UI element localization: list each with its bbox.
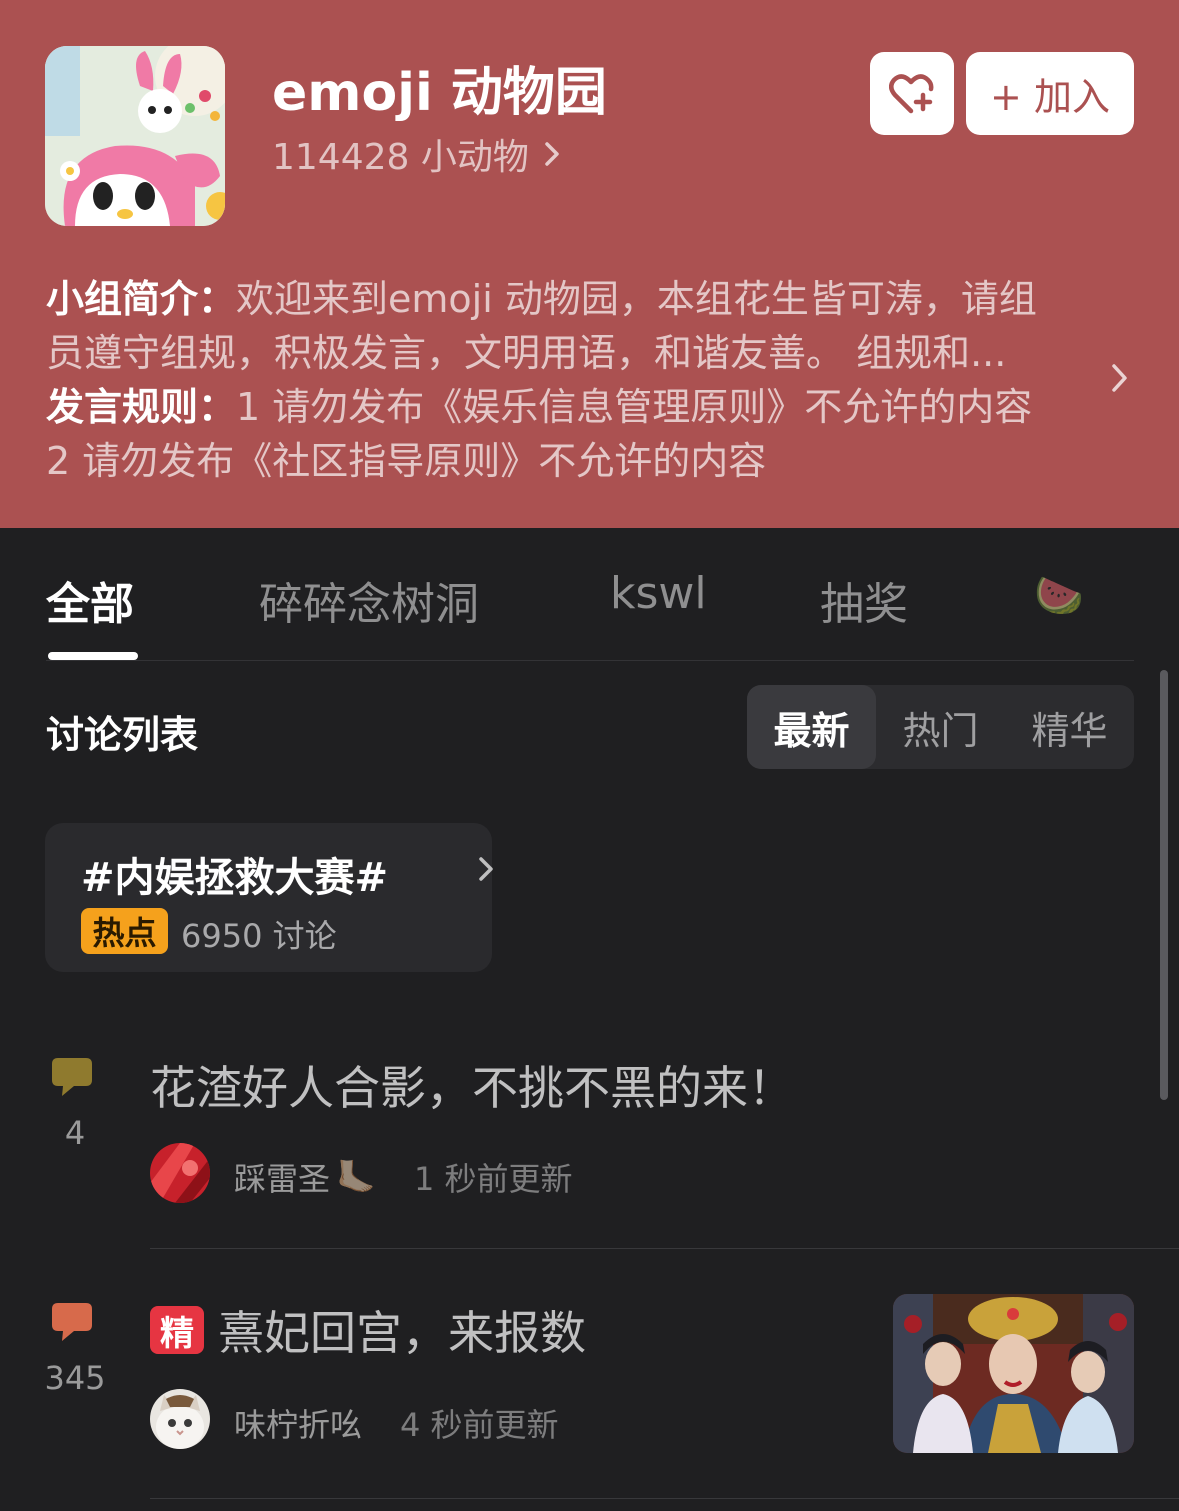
author-name: 踩雷圣 <box>234 1160 331 1198</box>
topic-title: #内娱拯救大赛# <box>81 855 389 901</box>
post-update-time: 1 秒前更新 <box>414 1160 573 1198</box>
intro-text-2: 员遵守组规，积极发言，文明用语，和谐友善。 组规和... <box>46 331 1007 375</box>
intro-text-1: 欢迎来到emoji 动物园，本组花生皆可涛，请组 <box>236 277 1037 321</box>
sort-hot[interactable]: 热门 <box>876 685 1005 769</box>
rules-label: 发言规则： <box>46 385 237 429</box>
intro-line-1: 小组简介：欢迎来到emoji 动物园，本组花生皆可涛，请组 <box>46 272 1076 326</box>
rules-text-2: 2 请勿发布《社区指导原则》不允许的内容 <box>46 439 767 483</box>
scrollbar[interactable] <box>1160 670 1168 1100</box>
tab-all[interactable]: 全部 <box>46 568 134 632</box>
hot-topic-card[interactable]: #内娱拯救大赛# 热点 6950 讨论 <box>45 823 493 972</box>
hot-badge: 热点 <box>81 908 168 954</box>
topic-discussion-count: 6950 讨论 <box>181 917 337 955</box>
comment-bubble-icon <box>52 1303 92 1341</box>
comment-count: 345 <box>44 1359 106 1397</box>
post-title-text: 花渣好人合影，不挑不黑的来！ <box>150 1061 794 1115</box>
tab-lottery[interactable]: 抽奖 <box>820 568 908 632</box>
post-title-text: 熹妃回宫，来报数 <box>218 1306 586 1360</box>
tab-kswl[interactable]: kswl <box>610 568 707 619</box>
chevron-right-icon <box>479 857 493 881</box>
tab-watermelon[interactable]: 🍉 <box>1034 572 1084 619</box>
divider <box>150 1498 1179 1499</box>
join-button[interactable]: + 加入 <box>966 52 1134 135</box>
sort-latest[interactable]: 最新 <box>747 685 876 769</box>
group-intro[interactable]: 小组简介：欢迎来到emoji 动物园，本组花生皆可涛，请组 员遵守组规，积极发言… <box>46 272 1076 488</box>
intro-label: 小组简介： <box>46 277 237 321</box>
post-thumbnail[interactable] <box>893 1294 1134 1453</box>
group-header: emoji 动物园 114428 小动物 + 加入 小组简介：欢迎来到emoji… <box>0 0 1179 528</box>
post-title: 精 熹妃回宫，来报数 <box>150 1297 586 1363</box>
post-item[interactable]: 4 花渣好人合影，不挑不黑的来！ 踩雷圣 🦶🏻 1 秒前更新 <box>0 1030 1179 1249</box>
author-name: 味柠折吆 <box>234 1406 363 1444</box>
post-item[interactable]: 345 精 熹妃回宫，来报数 味柠折吆 4 秒前更新 <box>0 1249 1179 1499</box>
post-author[interactable]: 踩雷圣 🦶🏻 <box>234 1154 376 1200</box>
follow-button[interactable] <box>870 52 954 135</box>
author-emoji: 🦶🏻 <box>336 1158 376 1196</box>
featured-badge: 精 <box>150 1306 204 1354</box>
post-title: 花渣好人合影，不挑不黑的来！ <box>150 1052 794 1118</box>
group-avatar[interactable] <box>45 46 225 226</box>
chevron-right-icon[interactable] <box>1106 360 1132 396</box>
comment-bubble-icon <box>52 1058 92 1096</box>
active-tab-indicator <box>48 652 138 660</box>
comment-count: 4 <box>64 1114 86 1152</box>
member-count: 114428 小动物 <box>272 137 529 178</box>
discussion-list-title: 讨论列表 <box>46 713 199 757</box>
divider <box>46 660 1134 661</box>
member-count-link[interactable]: 114428 小动物 <box>272 128 565 180</box>
avatar[interactable] <box>150 1389 210 1449</box>
tab-tree-hole[interactable]: 碎碎念树洞 <box>259 568 479 632</box>
sort-featured[interactable]: 精华 <box>1005 685 1134 769</box>
sort-selector: 最新 热门 精华 <box>747 685 1134 769</box>
post-update-time: 4 秒前更新 <box>400 1406 559 1444</box>
heart-plus-icon <box>889 73 934 113</box>
group-name: emoji 动物园 <box>272 63 607 123</box>
avatar[interactable] <box>150 1143 210 1203</box>
tab-bar: 全部 碎碎念树洞 kswl 抽奖 🍉 <box>0 528 1179 661</box>
chevron-right-icon <box>545 142 559 166</box>
rules-line-1: 发言规则：1 请勿发布《娱乐信息管理原则》不允许的内容 <box>46 380 1076 434</box>
post-author[interactable]: 味柠折吆 <box>234 1400 362 1446</box>
rules-text-1: 1 请勿发布《娱乐信息管理原则》不允许的内容 <box>236 385 1033 429</box>
